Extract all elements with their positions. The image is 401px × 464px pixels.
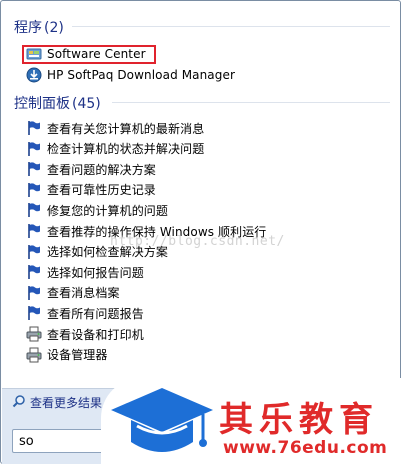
download-manager-icon [26, 67, 42, 83]
control-panel-group-count: (45) [72, 96, 101, 112]
control-panel-item-label: 选择如何报告问题 [47, 265, 144, 280]
logo-name: 其乐教育 [219, 400, 379, 440]
control-panel-item-label: 设备管理器 [47, 348, 108, 363]
flag-icon [26, 264, 42, 280]
control-panel-item[interactable]: 修复您的计算机的问题 [26, 201, 386, 219]
see-more-results-label: 查看更多结果 [30, 395, 103, 410]
control-panel-item-label: 查看消息档案 [47, 286, 120, 301]
flag-icon [26, 161, 42, 177]
logo-url: www.76edu.com [223, 438, 388, 458]
programs-group-divider [72, 26, 390, 27]
watermark-text: http://blog.csdn.net/ [110, 234, 285, 249]
control-panel-item[interactable]: 查看消息档案 [26, 284, 386, 302]
control-panel-item-label: 查看所有问题报告 [47, 306, 144, 321]
flag-icon [26, 202, 42, 218]
search-results-pane: 程序 (2) Software Center HP SoftPaq Downlo… [2, 2, 400, 388]
programs-group-title: 程序 [14, 20, 42, 36]
flag-icon [26, 182, 42, 198]
control-panel-item[interactable]: 选择如何报告问题 [26, 263, 386, 281]
control-panel-item[interactable]: 查看有关您计算机的最新消息 [26, 119, 386, 137]
control-panel-item-label: 检查计算机的状态并解决问题 [47, 142, 205, 157]
control-panel-item-label: 查看有关您计算机的最新消息 [47, 121, 205, 136]
magnifier-icon [12, 394, 26, 411]
site-logo-overlay: 其乐教育 www.76edu.com [101, 378, 401, 464]
program-item-label: HP SoftPaq Download Manager [47, 68, 235, 82]
programs-group-count: (2) [44, 20, 64, 36]
control-panel-item[interactable]: 设备管理器 [26, 346, 386, 364]
start-menu-search-window: 程序 (2) Software Center HP SoftPaq Downlo… [0, 0, 401, 464]
control-panel-item[interactable]: 查看可靠性历史记录 [26, 181, 386, 199]
control-panel-item[interactable]: 检查计算机的状态并解决问题 [26, 140, 386, 158]
flag-icon [26, 305, 42, 321]
see-more-results-link[interactable]: 查看更多结果 [10, 392, 106, 412]
program-item-hp-softpaq[interactable]: HP SoftPaq Download Manager [26, 66, 386, 84]
control-panel-item[interactable]: 查看设备和打印机 [26, 325, 386, 343]
flag-icon [26, 141, 42, 157]
flag-icon [26, 223, 42, 239]
control-panel-item-label: 查看设备和打印机 [47, 327, 144, 342]
printer-icon [26, 347, 42, 363]
control-panel-item[interactable]: 查看所有问题报告 [26, 304, 386, 322]
flag-icon [26, 285, 42, 301]
printer-icon [26, 326, 42, 342]
flag-icon [26, 244, 42, 260]
control-panel-group-divider [112, 102, 390, 103]
flag-icon [26, 120, 42, 136]
control-panel-item-label: 查看可靠性历史记录 [47, 183, 156, 198]
control-panel-group-header[interactable]: 控制面板 (45) [14, 93, 101, 113]
control-panel-item-label: 修复您的计算机的问题 [47, 203, 169, 218]
programs-group-header[interactable]: 程序 (2) [14, 17, 64, 37]
control-panel-group-title: 控制面板 [14, 96, 70, 112]
graduation-cap-icon [107, 382, 217, 464]
control-panel-item[interactable]: 查看问题的解决方案 [26, 160, 386, 178]
control-panel-item-label: 查看问题的解决方案 [47, 162, 156, 177]
annotation-highlight-box [22, 45, 156, 64]
